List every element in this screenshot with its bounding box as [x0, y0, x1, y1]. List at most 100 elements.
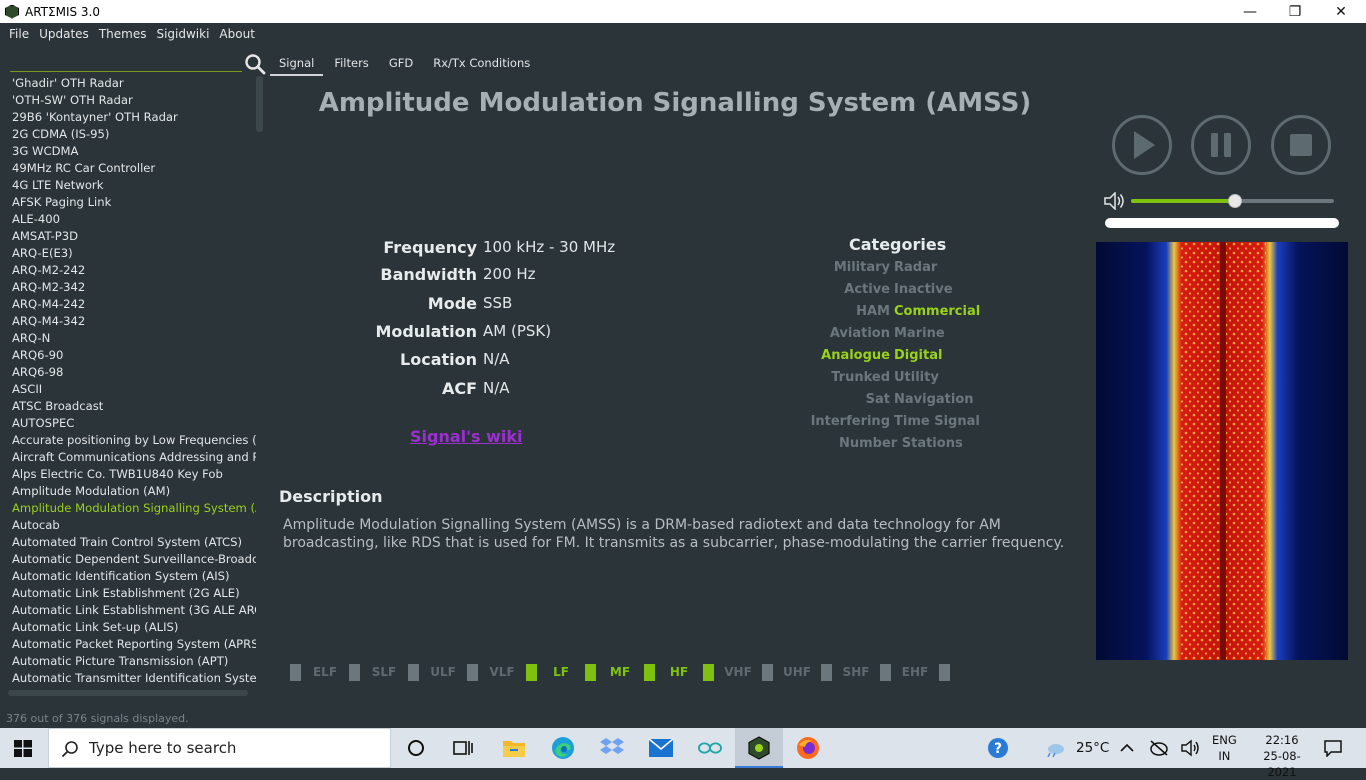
signal-list-item[interactable]: Automatic Packet Reporting System (APRS) — [0, 636, 256, 653]
band-hf[interactable]: HF — [655, 665, 703, 679]
signal-list-item[interactable]: Automatic Transmitter Identification Sys… — [0, 670, 256, 687]
list-horizontal-scrollbar[interactable] — [8, 690, 248, 696]
list-vertical-scrollbar[interactable] — [256, 76, 263, 132]
firefox-icon[interactable] — [796, 736, 820, 760]
category-analogue[interactable]: Analogue — [821, 348, 890, 363]
signal-list-item[interactable]: ASCII — [0, 381, 256, 398]
signal-list-item[interactable]: ARQ-M2-242 — [0, 262, 256, 279]
signal-list-item[interactable]: Amplitude Modulation (AM) — [0, 483, 256, 500]
signal-list-item[interactable]: Amplitude Modulation Signalling System (… — [0, 500, 256, 517]
signal-list-item[interactable]: Automatic Link Set-up (ALIS) — [0, 619, 256, 636]
category-marine[interactable]: Marine — [894, 326, 945, 341]
notifications-icon[interactable] — [1321, 736, 1345, 760]
signal-list-item[interactable]: Automatic Picture Transmission (APT) — [0, 653, 256, 670]
band-uhf[interactable]: UHF — [773, 665, 821, 679]
category-commercial[interactable]: Commercial — [894, 304, 980, 319]
taskbar-search-box[interactable]: Type here to search — [48, 728, 391, 768]
signal-list-item[interactable]: 'OTH-SW' OTH Radar — [0, 92, 256, 109]
band-vlf[interactable]: VLF — [478, 665, 526, 679]
show-hidden-icons-chevron-up-icon[interactable] — [1115, 736, 1139, 760]
signal-list-item[interactable]: Automated Train Control System (ATCS) — [0, 534, 256, 551]
band-lf[interactable]: LF — [537, 665, 585, 679]
speaker-icon[interactable] — [1179, 736, 1203, 760]
close-button[interactable]: ✕ — [1318, 0, 1364, 23]
signal-list-item[interactable]: Accurate positioning by Low Frequencies … — [0, 432, 256, 449]
signal-list-item[interactable]: Automatic Identification System (AIS) — [0, 568, 256, 585]
category-trunked[interactable]: Trunked — [831, 370, 890, 385]
signal-list-item[interactable]: ATSC Broadcast — [0, 398, 256, 415]
signal-list-item[interactable]: ARQ-E(E3) — [0, 245, 256, 262]
system-clock[interactable]: 22:16 25-08-2021 — [1253, 732, 1311, 780]
signal-list-item[interactable]: ARQ6-90 — [0, 347, 256, 364]
volume-slider[interactable] — [1131, 194, 1334, 208]
category-interfering[interactable]: Interfering — [811, 414, 890, 429]
signal-list-item[interactable]: ARQ-N — [0, 330, 256, 347]
signal-wiki-link[interactable]: Signal's wiki — [410, 427, 523, 446]
category-number-stations[interactable]: Number Stations — [839, 436, 963, 451]
signal-list-item[interactable]: AFSK Paging Link — [0, 194, 256, 211]
category-sat[interactable]: Sat — [866, 392, 890, 407]
search-input[interactable] — [10, 54, 242, 71]
arduino-icon[interactable] — [698, 736, 722, 760]
signal-list-item[interactable]: ARQ-M4-342 — [0, 313, 256, 330]
category-navigation[interactable]: Navigation — [894, 392, 974, 407]
mail-icon[interactable] — [649, 736, 673, 760]
windows-start-icon[interactable] — [14, 740, 32, 757]
volume-slider-handle[interactable] — [1227, 194, 1242, 208]
task-view-icon[interactable] — [451, 736, 475, 760]
input-language-indicator[interactable]: ENG IN — [1212, 732, 1237, 764]
network-icon[interactable] — [1147, 736, 1171, 760]
signal-list-item[interactable]: ARQ-M2-342 — [0, 279, 256, 296]
category-ham[interactable]: HAM — [856, 304, 890, 319]
tab-rxtx-conditions[interactable]: Rx/Tx Conditions — [424, 54, 539, 76]
signal-list-item[interactable]: 2G CDMA (IS-95) — [0, 126, 256, 143]
band-elf[interactable]: ELF — [301, 665, 349, 679]
minimize-button[interactable]: — — [1227, 0, 1273, 23]
band-shf[interactable]: SHF — [832, 665, 880, 679]
volume-icon[interactable] — [1104, 192, 1126, 210]
category-utility[interactable]: Utility — [894, 370, 939, 385]
signal-list-item[interactable]: 49MHz RC Car Controller — [0, 160, 256, 177]
search-icon[interactable] — [244, 53, 266, 75]
menu-about[interactable]: About — [219, 27, 254, 41]
playback-progress-bar[interactable] — [1105, 218, 1339, 228]
signal-list-item[interactable]: Automatic Link Establishment (2G ALE) — [0, 585, 256, 602]
artemis-taskbar-button[interactable] — [735, 728, 783, 768]
signal-list-item[interactable]: 4G LTE Network — [0, 177, 256, 194]
category-active[interactable]: Active — [844, 282, 890, 297]
menu-updates[interactable]: Updates — [39, 27, 89, 41]
signal-list-item[interactable]: Automatic Link Establishment (3G ALE ARC… — [0, 602, 256, 619]
menu-file[interactable]: File — [9, 27, 29, 41]
menu-themes[interactable]: Themes — [99, 27, 147, 41]
signal-list-item[interactable]: Aircraft Communications Addressing and R… — [0, 449, 256, 466]
category-military[interactable]: Military — [834, 260, 890, 275]
band-mf[interactable]: MF — [596, 665, 644, 679]
band-vhf[interactable]: VHF — [714, 665, 762, 679]
category-radar[interactable]: Radar — [894, 260, 937, 275]
category-digital[interactable]: Digital — [894, 348, 942, 363]
signal-list-item[interactable]: AUTOSPEC — [0, 415, 256, 432]
signal-list-item[interactable]: Alps Electric Co. TWB1U840 Key Fob — [0, 466, 256, 483]
signal-list-item[interactable]: Automatic Dependent Surveillance-Broadca… — [0, 551, 256, 568]
signal-list-item[interactable]: 29B6 'Kontayner' OTH Radar — [0, 109, 256, 126]
signal-list-item[interactable]: ARQ-M4-242 — [0, 296, 256, 313]
category-time-signal[interactable]: Time Signal — [894, 414, 980, 429]
category-inactive[interactable]: Inactive — [894, 282, 953, 297]
tab-signal[interactable]: Signal — [270, 54, 324, 76]
signal-list-item[interactable]: ALE-400 — [0, 211, 256, 228]
stop-button[interactable] — [1271, 115, 1331, 175]
band-ulf[interactable]: ULF — [419, 665, 467, 679]
signal-list-item[interactable]: 3G WCDMA — [0, 143, 256, 160]
play-button[interactable] — [1112, 115, 1172, 175]
dropbox-icon[interactable] — [600, 736, 624, 760]
cortana-icon[interactable] — [404, 736, 428, 760]
signal-list-item[interactable]: ARQ6-98 — [0, 364, 256, 381]
maximize-button[interactable]: ❐ — [1272, 0, 1318, 23]
category-aviation[interactable]: Aviation — [830, 326, 890, 341]
signal-list-item[interactable]: AMSAT-P3D — [0, 228, 256, 245]
signal-list-item[interactable]: Autocab — [0, 517, 256, 534]
edge-browser-icon[interactable] — [551, 736, 575, 760]
signal-list-item[interactable]: 'Ghadir' OTH Radar — [0, 75, 256, 92]
tab-filters[interactable]: Filters — [325, 54, 377, 76]
band-slf[interactable]: SLF — [360, 665, 408, 679]
